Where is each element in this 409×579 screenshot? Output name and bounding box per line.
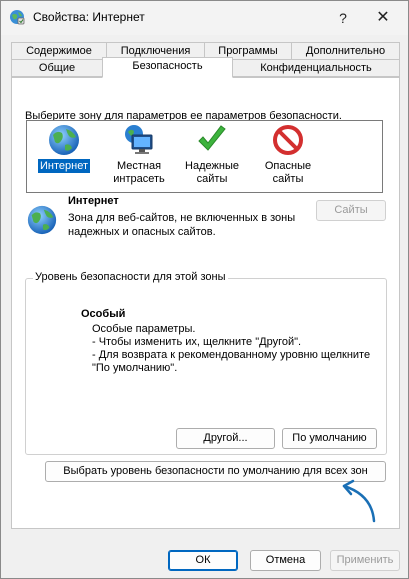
zone-label: Интернет: [38, 159, 90, 173]
zone-list[interactable]: Интернет Местная интрасеть Надежные сайт…: [26, 120, 383, 193]
tab-advanced[interactable]: Дополнительно: [291, 42, 400, 60]
zone-restricted-sites[interactable]: Опасные сайты: [253, 121, 323, 193]
internet-options-icon: [10, 10, 25, 25]
intranet-icon: [125, 125, 153, 154]
tab-general[interactable]: Общие: [11, 59, 103, 77]
description-line: "По умолчанию".: [92, 362, 178, 374]
description-line: Особые параметры.: [92, 323, 196, 335]
description-line: - Чтобы изменить их, щелкните "Другой".: [92, 336, 302, 348]
tab-security[interactable]: Безопасность: [102, 57, 233, 78]
zone-info-description: Зона для веб-сайтов, не включенных в зон…: [68, 212, 296, 238]
prohibited-icon: [273, 125, 303, 155]
sites-button[interactable]: Сайты: [316, 200, 386, 221]
zone-trusted-sites[interactable]: Надежные сайты: [177, 121, 247, 193]
ok-button[interactable]: ОК: [168, 550, 238, 571]
window-title: Свойства: Интернет: [33, 10, 145, 24]
tab-privacy[interactable]: Конфиденциальность: [232, 59, 400, 77]
cancel-button[interactable]: Отмена: [250, 550, 321, 571]
default-level-button[interactable]: По умолчанию: [282, 428, 377, 449]
zone-label: Надежные: [185, 160, 239, 172]
annotation-arrow-icon: [342, 479, 376, 523]
zone-info-title: Интернет: [68, 195, 119, 207]
zone-label: интрасеть: [113, 173, 165, 185]
zone-label: Местная: [116, 160, 162, 172]
security-level-legend: Уровень безопасности для этой зоны: [33, 271, 228, 283]
custom-level-button[interactable]: Другой...: [176, 428, 275, 449]
security-level-description: Особые параметры. - Чтобы изменить их, щ…: [92, 323, 370, 375]
zone-internet[interactable]: Интернет: [29, 121, 99, 193]
close-button[interactable]: ✕: [363, 1, 403, 35]
title-bar[interactable]: Свойства: Интернет ? ✕: [1, 1, 408, 35]
zone-label: Опасные: [264, 160, 312, 172]
zone-label: сайты: [196, 173, 228, 185]
help-button[interactable]: ?: [323, 1, 363, 35]
description-line: - Для возврата к рекомендованному уровню…: [92, 349, 371, 361]
apply-button[interactable]: Применить: [330, 550, 400, 571]
globe-icon: [27, 205, 57, 235]
zone-local-intranet[interactable]: Местная интрасеть: [104, 121, 174, 193]
globe-icon: [49, 125, 79, 155]
security-level-title: Особый: [81, 308, 126, 320]
zone-label: сайты: [272, 173, 304, 185]
reset-all-zones-button[interactable]: Выбрать уровень безопасности по умолчани…: [45, 461, 386, 482]
internet-properties-window: Свойства: Интернет ? ✕ Содержимое Подклю…: [0, 0, 409, 579]
checkmark-icon: [198, 125, 226, 151]
tab-content[interactable]: Содержимое: [11, 42, 107, 60]
